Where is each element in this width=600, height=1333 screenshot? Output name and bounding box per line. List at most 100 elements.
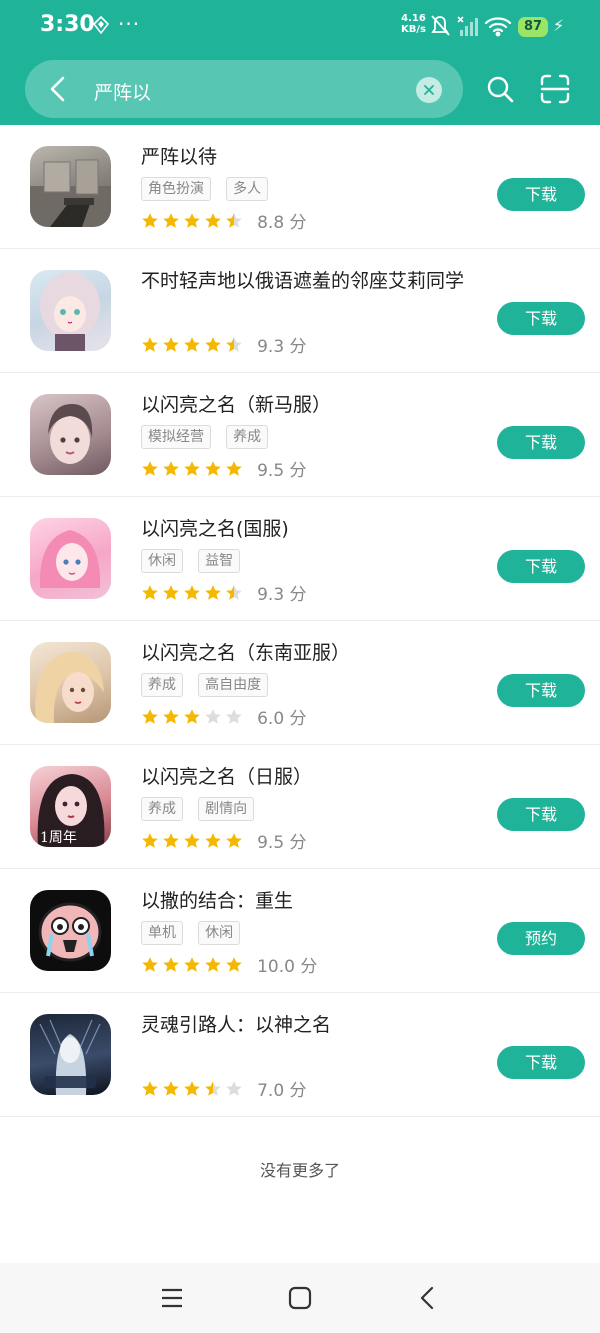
- score: 10.0 分: [257, 957, 318, 977]
- list-item[interactable]: 1周年 以闪亮之名（日服） 养成 剧情向 9.5 分 下载: [0, 745, 600, 869]
- scan-button[interactable]: [540, 74, 570, 104]
- list-item[interactable]: 灵魂引路人：以神之名 7.0 分 下载: [0, 993, 600, 1117]
- star-icon: [226, 709, 242, 725]
- game-icon[interactable]: [30, 642, 111, 723]
- tag: 角色扮演: [141, 177, 211, 201]
- app-title[interactable]: 以闪亮之名（东南亚服）: [141, 638, 350, 665]
- app-title[interactable]: 灵魂引路人：以神之名: [141, 1010, 331, 1037]
- star-rating: [141, 707, 246, 727]
- star-icon: [142, 957, 158, 973]
- list-item[interactable]: 严阵以待 角色扮演 多人 8.8 分 下载: [0, 125, 600, 249]
- star-rating: [141, 583, 246, 603]
- star-rating: [141, 1079, 246, 1099]
- star-icon: [142, 461, 158, 477]
- app-title[interactable]: 不时轻声地以俄语遮羞的邻座艾莉同学: [141, 266, 464, 293]
- status-time: 3:30: [40, 12, 95, 37]
- tag: 剧情向: [198, 797, 255, 821]
- tag: 高自由度: [198, 673, 269, 697]
- tag: 模拟经营: [141, 425, 211, 449]
- tag-list: 单机 休闲: [141, 921, 250, 945]
- star-rating: [141, 459, 246, 479]
- download-button[interactable]: 下载: [497, 426, 585, 459]
- back-button[interactable]: [44, 74, 72, 104]
- game-icon[interactable]: [30, 146, 111, 227]
- star-icon: [142, 337, 158, 353]
- game-icon[interactable]: [30, 1014, 111, 1095]
- list-item[interactable]: 不时轻声地以俄语遮羞的邻座艾莉同学 9.3 分 下载: [0, 249, 600, 373]
- game-icon[interactable]: [30, 394, 111, 475]
- score: 9.5 分: [257, 461, 307, 481]
- svg-text:1周年: 1周年: [40, 830, 77, 846]
- score: 7.0 分: [257, 1081, 307, 1101]
- game-icon[interactable]: [30, 270, 111, 351]
- score: 9.5 分: [257, 833, 307, 853]
- star-icon: [184, 585, 200, 601]
- download-button[interactable]: 下载: [497, 550, 585, 583]
- star-icon: [184, 709, 200, 725]
- charging-icon: ⚡: [553, 16, 565, 35]
- list-item[interactable]: 以闪亮之名（新马服） 模拟经营 养成 9.5 分 下载: [0, 373, 600, 497]
- star-icon: [226, 1081, 242, 1097]
- no-more-label: 没有更多了: [259, 1161, 340, 1180]
- tag: 养成: [141, 797, 183, 821]
- tag: 多人: [226, 177, 269, 201]
- download-button[interactable]: 下载: [497, 178, 585, 211]
- app-title[interactable]: 以闪亮之名（新马服）: [141, 390, 331, 417]
- star-icon: [184, 833, 200, 849]
- download-button[interactable]: 下载: [497, 1046, 585, 1079]
- star-icon: [163, 585, 179, 601]
- app-title[interactable]: 严阵以待: [141, 142, 217, 169]
- battery-indicator: 87: [518, 17, 548, 37]
- header: 3:30 ··· 4.16 KB/s 87 ⚡ 严阵以: [0, 0, 600, 125]
- menu-icon[interactable]: [158, 1284, 186, 1312]
- home-icon[interactable]: [286, 1284, 314, 1312]
- star-icon: [226, 213, 242, 229]
- download-button[interactable]: 下载: [497, 798, 585, 831]
- tag-list: 养成 高自由度: [141, 673, 278, 697]
- list-item[interactable]: 以闪亮之名(国服) 休闲 益智 9.3 分 下载: [0, 497, 600, 621]
- star-icon: [205, 833, 221, 849]
- star-icon: [205, 337, 221, 353]
- star-icon: [226, 461, 242, 477]
- network-speed: 4.16 KB/s: [401, 13, 426, 35]
- score: 6.0 分: [257, 709, 307, 729]
- star-rating: [141, 831, 246, 851]
- reserve-button[interactable]: 预约: [497, 922, 585, 955]
- search-button[interactable]: [486, 75, 514, 103]
- app-title[interactable]: 以闪亮之名（日服）: [141, 762, 312, 789]
- star-icon: [205, 709, 221, 725]
- star-icon: [205, 957, 221, 973]
- tag: 休闲: [198, 921, 241, 945]
- star-rating: [141, 211, 246, 231]
- star-icon: [163, 957, 179, 973]
- download-button[interactable]: 下载: [497, 302, 585, 335]
- score: 9.3 分: [257, 585, 307, 605]
- search-input[interactable]: [92, 75, 406, 107]
- wifi-icon: [484, 17, 512, 37]
- search-results-list: 严阵以待 角色扮演 多人 8.8 分 下载 不时轻声地以俄语遮羞的邻座艾莉同学 …: [0, 125, 600, 1117]
- more-dots: ···: [118, 12, 141, 36]
- star-icon: [205, 461, 221, 477]
- game-icon[interactable]: [30, 890, 111, 971]
- rating: 6.0 分: [141, 704, 307, 729]
- tag-list: 角色扮演 多人: [141, 177, 278, 201]
- list-item[interactable]: 以撒的结合：重生 单机 休闲 10.0 分 预约: [0, 869, 600, 993]
- game-icon[interactable]: 1周年: [30, 766, 111, 847]
- back-icon[interactable]: [414, 1284, 442, 1312]
- system-nav-bar: [0, 1263, 600, 1333]
- download-button[interactable]: 下载: [497, 674, 585, 707]
- rating: 9.3 分: [141, 580, 307, 605]
- rating: 7.0 分: [141, 1076, 307, 1101]
- app-title[interactable]: 以撒的结合：重生: [141, 886, 293, 913]
- rating: 10.0 分: [141, 952, 318, 977]
- star-icon: [205, 585, 221, 601]
- clear-button[interactable]: [416, 77, 442, 103]
- star-icon: [226, 337, 242, 353]
- shield-icon: [92, 16, 110, 34]
- star-icon: [226, 585, 242, 601]
- star-icon: [205, 1081, 221, 1097]
- list-item[interactable]: 以闪亮之名（东南亚服） 养成 高自由度 6.0 分 下载: [0, 621, 600, 745]
- app-title[interactable]: 以闪亮之名(国服): [141, 514, 289, 541]
- game-icon[interactable]: [30, 518, 111, 599]
- rating: 9.5 分: [141, 828, 307, 853]
